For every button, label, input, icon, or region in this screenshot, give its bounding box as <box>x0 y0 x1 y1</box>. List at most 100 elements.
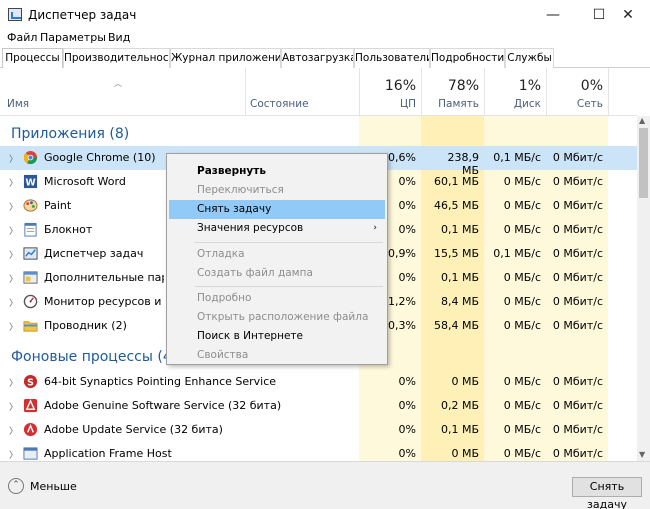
memory-value: 0,1 МБ <box>440 423 479 436</box>
disk-value: 0 МБ/с <box>503 399 541 412</box>
fewer-details-link[interactable]: Меньше <box>30 480 77 493</box>
menu-item-switch-to[interactable]: Переключиться <box>169 181 385 200</box>
column-name[interactable]: Имя <box>7 98 29 110</box>
menu-item-resource-values[interactable]: Значения ресурсов › <box>169 219 385 238</box>
expand-chevron-icon[interactable]: 〉 <box>9 400 18 413</box>
vertical-scrollbar[interactable]: ▲ ▼ <box>637 116 650 461</box>
expand-chevron-icon[interactable]: 〉 <box>9 248 18 261</box>
memory-value: 46,5 МБ <box>433 199 479 212</box>
tab-users[interactable]: Пользователи <box>354 48 430 68</box>
column-divider[interactable] <box>546 68 547 116</box>
column-divider[interactable] <box>421 68 422 116</box>
explorer-folder-icon <box>23 321 38 332</box>
tab-performance[interactable]: Производительность <box>63 48 170 68</box>
memory-value: 15,5 МБ <box>433 247 479 260</box>
close-button[interactable]: ✕ <box>606 0 650 30</box>
cpu-total[interactable]: 16% <box>366 78 416 94</box>
column-memory[interactable]: Память <box>427 98 479 110</box>
expand-chevron-icon[interactable]: 〉 <box>9 320 18 333</box>
expand-chevron-icon[interactable]: 〉 <box>9 296 18 309</box>
chrome-icon <box>23 150 38 165</box>
menu-item-open-location[interactable]: Открыть расположение файла <box>169 308 385 327</box>
memory-value: 8,4 МБ <box>440 295 479 308</box>
process-row[interactable]: 〉 S 64-bit Synaptics Pointing Enhance Se… <box>0 370 637 394</box>
menu-options[interactable]: Параметры <box>40 31 106 44</box>
network-value: 0 Мбит/с <box>552 447 603 460</box>
menu-item-search-online[interactable]: Поиск в Интернете <box>169 327 385 346</box>
scroll-up-icon[interactable]: ▲ <box>639 116 645 125</box>
disk-value: 0 МБ/с <box>503 223 541 236</box>
column-network[interactable]: Сеть <box>552 98 603 110</box>
tab-startup[interactable]: Автозагрузка <box>281 48 354 68</box>
process-name: Блокнот <box>44 223 93 236</box>
expand-chevron-icon[interactable]: 〉 <box>9 224 18 237</box>
column-divider[interactable] <box>245 68 246 116</box>
memory-value: 0 МБ <box>451 375 479 388</box>
memory-value: 0 МБ <box>451 447 479 460</box>
disk-value: 0 МБ/с <box>503 375 541 388</box>
menu-item-details[interactable]: Подробно <box>169 289 385 308</box>
scroll-thumb[interactable] <box>639 128 648 198</box>
column-divider[interactable] <box>359 68 360 116</box>
process-name: Проводник (2) <box>44 319 127 332</box>
expand-chevron-icon[interactable]: 〉 <box>9 376 18 389</box>
synaptics-icon: S <box>23 374 38 388</box>
menu-item-debug[interactable]: Отладка <box>169 245 385 264</box>
menu-separator <box>195 286 383 287</box>
minimize-button[interactable]: — <box>530 0 576 30</box>
tab-processes[interactable]: Процессы <box>2 48 63 69</box>
menu-item-create-dump[interactable]: Создать файл дампа <box>169 264 385 283</box>
process-name: Adobe Genuine Software Service (32 бита) <box>44 399 282 412</box>
disk-value: 0 МБ/с <box>503 319 541 332</box>
expand-chevron-icon[interactable]: 〉 <box>9 424 18 437</box>
column-header: ︿ Имя Состояние 16% ЦП 78% Память 1% Дис… <box>0 68 637 116</box>
menu-item-properties[interactable]: Свойства <box>169 346 385 363</box>
tab-app-history[interactable]: Журнал приложений <box>170 48 281 68</box>
disk-total[interactable]: 1% <box>490 78 541 94</box>
svg-text:S: S <box>27 377 34 388</box>
process-row[interactable]: 〉 Adobe Genuine Software Service (32 бит… <box>0 394 637 418</box>
process-name: Дополнительные параметр <box>44 271 164 284</box>
expand-chevron-icon[interactable]: 〉 <box>9 272 18 285</box>
network-total[interactable]: 0% <box>552 78 603 94</box>
sort-chevron-icon[interactable]: ︿ <box>114 78 122 89</box>
tab-services[interactable]: Службы <box>505 48 554 68</box>
expand-chevron-icon[interactable]: 〉 <box>9 200 18 213</box>
process-name: Adobe Update Service (32 бита) <box>44 423 223 436</box>
column-status[interactable]: Состояние <box>250 98 309 110</box>
tab-details[interactable]: Подробности <box>430 48 505 68</box>
expand-chevron-icon[interactable]: 〉 <box>9 152 18 165</box>
resource-monitor-icon <box>23 294 38 309</box>
expand-chevron-icon[interactable]: 〉 <box>9 176 18 189</box>
cpu-value: 0% <box>398 447 416 460</box>
scroll-down-icon[interactable]: ▼ <box>639 450 645 459</box>
app-frame-icon <box>23 447 38 460</box>
submenu-arrow-icon: › <box>373 223 377 233</box>
menu-item-end-task[interactable]: Снять задачу <box>169 200 385 219</box>
cpu-value: 0% <box>398 423 416 436</box>
process-name: 64-bit Synaptics Pointing Enhance Servic… <box>44 375 277 388</box>
menu-separator <box>195 242 383 243</box>
disk-value: 0 МБ/с <box>503 271 541 284</box>
column-divider[interactable] <box>484 68 485 116</box>
settings-window-icon <box>23 271 38 284</box>
column-disk[interactable]: Диск <box>490 98 541 110</box>
end-task-button[interactable]: Снять задачу <box>572 477 642 509</box>
menu-bar: Файл Параметры Вид <box>0 30 650 48</box>
chevron-up-circle-icon[interactable]: ⌃ <box>8 478 24 494</box>
memory-total[interactable]: 78% <box>427 78 479 94</box>
cpu-value: 0% <box>398 399 416 412</box>
process-row[interactable]: 〉 Application Frame Host 0% 0 МБ 0 МБ/с … <box>0 442 637 461</box>
network-value: 0 Мбит/с <box>552 151 603 164</box>
process-row[interactable]: 〉 Adobe Update Service (32 бита) 0% 0,1 … <box>0 418 637 442</box>
menu-file[interactable]: Файл <box>7 31 37 44</box>
menu-view[interactable]: Вид <box>108 31 130 44</box>
title-bar: Диспетчер задач — ☐ ✕ <box>0 0 650 30</box>
column-cpu[interactable]: ЦП <box>366 98 416 110</box>
menu-item-expand[interactable]: Развернуть <box>169 162 385 181</box>
network-value: 0 Мбит/с <box>552 271 603 284</box>
expand-chevron-icon[interactable]: 〉 <box>9 448 18 461</box>
memory-value: 60,1 МБ <box>433 175 479 188</box>
column-divider[interactable] <box>608 68 609 116</box>
paint-icon <box>23 199 38 212</box>
